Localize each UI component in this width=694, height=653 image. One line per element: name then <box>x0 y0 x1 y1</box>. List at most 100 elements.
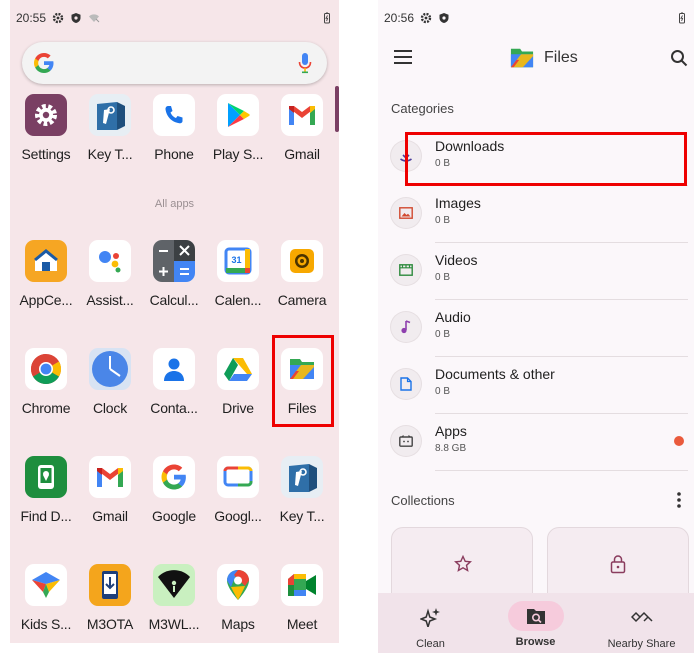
app-maps[interactable]: Maps <box>206 564 270 632</box>
app-kids-space[interactable]: Kids S... <box>14 564 78 632</box>
app-assistant[interactable]: Assist... <box>78 240 142 308</box>
top-app-bar: Files <box>378 40 694 78</box>
lock-icon <box>610 555 626 574</box>
files-logo-icon <box>510 48 534 68</box>
key-tool-icon <box>89 94 131 136</box>
app-appcenter[interactable]: AppCe... <box>14 240 78 308</box>
highlight-box-files-app <box>272 335 334 427</box>
nav-nearby-share[interactable]: Nearby Share <box>589 593 694 650</box>
app-meet[interactable]: Meet <box>270 564 334 632</box>
nav-clean[interactable]: Clean <box>378 593 483 650</box>
nav-label: Clean <box>416 638 445 650</box>
category-size: 8.8 GB <box>435 443 467 454</box>
hamburger-menu-icon[interactable] <box>394 50 412 64</box>
app-label: Camera <box>277 292 327 308</box>
status-bar: 20:55 <box>16 8 333 28</box>
app-m3wl[interactable]: M3WL... <box>142 564 206 632</box>
app-key-tool[interactable]: Key T... <box>78 94 142 162</box>
gear-icon <box>52 12 64 24</box>
m3ota-icon <box>89 564 131 606</box>
settings-icon <box>25 94 67 136</box>
nav-label: Browse <box>515 636 556 648</box>
app-label: Play S... <box>212 146 264 162</box>
category-apps[interactable]: Apps 8.8 GB <box>378 414 694 471</box>
calculator-icon <box>153 240 195 282</box>
image-icon <box>391 198 421 228</box>
app-chrome[interactable]: Chrome <box>14 348 78 416</box>
play-store-icon <box>217 94 259 136</box>
files-app-screen: 20:56 Files Categories Downloads 0 B Ima… <box>378 0 694 653</box>
app-label: Clock <box>92 400 127 416</box>
category-name: Apps <box>435 423 467 439</box>
audio-icon <box>391 312 421 342</box>
collections-heading: Collections <box>391 493 455 508</box>
app-gmail-2[interactable]: Gmail <box>78 456 142 524</box>
category-audio[interactable]: Audio 0 B <box>378 300 694 357</box>
app-label: Googl... <box>214 508 262 524</box>
maps-icon <box>217 564 259 606</box>
more-options-icon[interactable] <box>677 492 681 508</box>
google-tv-icon <box>217 456 259 498</box>
app-settings[interactable]: Settings <box>14 94 78 162</box>
phone-icon <box>153 94 195 136</box>
category-name: Audio <box>435 309 471 325</box>
notification-dot <box>674 436 684 446</box>
app-label: AppCe... <box>19 292 73 308</box>
app-clock[interactable]: Clock <box>78 348 142 416</box>
app-label: Google <box>152 508 196 524</box>
app-google[interactable]: Google <box>142 456 206 524</box>
video-icon <box>391 255 421 285</box>
app-label: Settings <box>21 146 71 162</box>
gear-icon <box>420 12 432 24</box>
app-drive[interactable]: Drive <box>206 348 270 416</box>
app-label: Gmail <box>284 146 320 162</box>
app-phone[interactable]: Phone <box>142 94 206 162</box>
app-calendar[interactable]: 31 Calen... <box>206 240 270 308</box>
search-icon[interactable] <box>670 49 688 67</box>
app-title: Files <box>508 46 578 70</box>
app-play-store[interactable]: Play S... <box>206 94 270 162</box>
app-label: Phone <box>154 146 194 162</box>
app-google-tv[interactable]: Googl... <box>206 456 270 524</box>
app-label: Key T... <box>279 508 325 524</box>
all-apps-divider: All apps <box>154 198 195 210</box>
m3wl-icon <box>153 564 195 606</box>
category-size: 0 B <box>435 272 451 283</box>
app-key-tool-2[interactable]: Key T... <box>270 456 334 524</box>
camera-icon <box>281 240 323 282</box>
app-label: M3WL... <box>148 616 200 632</box>
highlight-box-downloads <box>405 132 687 186</box>
app-camera[interactable]: Camera <box>270 240 334 308</box>
app-drawer-screen: 20:55 Settings Key T... Phone Play S... … <box>10 0 339 643</box>
app-m3ota[interactable]: M3OTA <box>78 564 142 632</box>
category-size: 0 B <box>435 386 451 397</box>
app-title-text: Files <box>544 49 578 66</box>
clock-icon <box>89 348 131 390</box>
nav-browse[interactable]: Browse <box>483 593 588 648</box>
app-label: M3OTA <box>86 616 134 632</box>
app-label: Assist... <box>86 292 134 308</box>
app-gmail[interactable]: Gmail <box>270 94 334 162</box>
apps-icon <box>391 426 421 456</box>
google-search-bar[interactable] <box>22 42 327 84</box>
gmail-icon <box>89 456 131 498</box>
app-find-device[interactable]: Find D... <box>14 456 78 524</box>
category-videos[interactable]: Videos 0 B <box>378 243 694 300</box>
shield-icon <box>71 13 81 23</box>
app-calculator[interactable]: Calcul... <box>142 240 206 308</box>
divider <box>435 470 688 471</box>
app-label: Meet <box>286 616 318 632</box>
document-icon <box>391 369 421 399</box>
star-icon <box>454 555 472 572</box>
battery-icon <box>679 12 685 24</box>
category-images[interactable]: Images 0 B <box>378 186 694 243</box>
app-label: Chrome <box>21 400 71 416</box>
nav-label: Nearby Share <box>607 638 676 650</box>
app-contacts[interactable]: Conta... <box>142 348 206 416</box>
chrome-icon <box>25 348 67 390</box>
nearby-share-icon <box>589 601 694 633</box>
category-documents[interactable]: Documents & other 0 B <box>378 357 694 414</box>
microphone-icon[interactable] <box>297 51 313 75</box>
app-label: Kids S... <box>20 616 72 632</box>
scroll-indicator[interactable] <box>335 86 339 132</box>
